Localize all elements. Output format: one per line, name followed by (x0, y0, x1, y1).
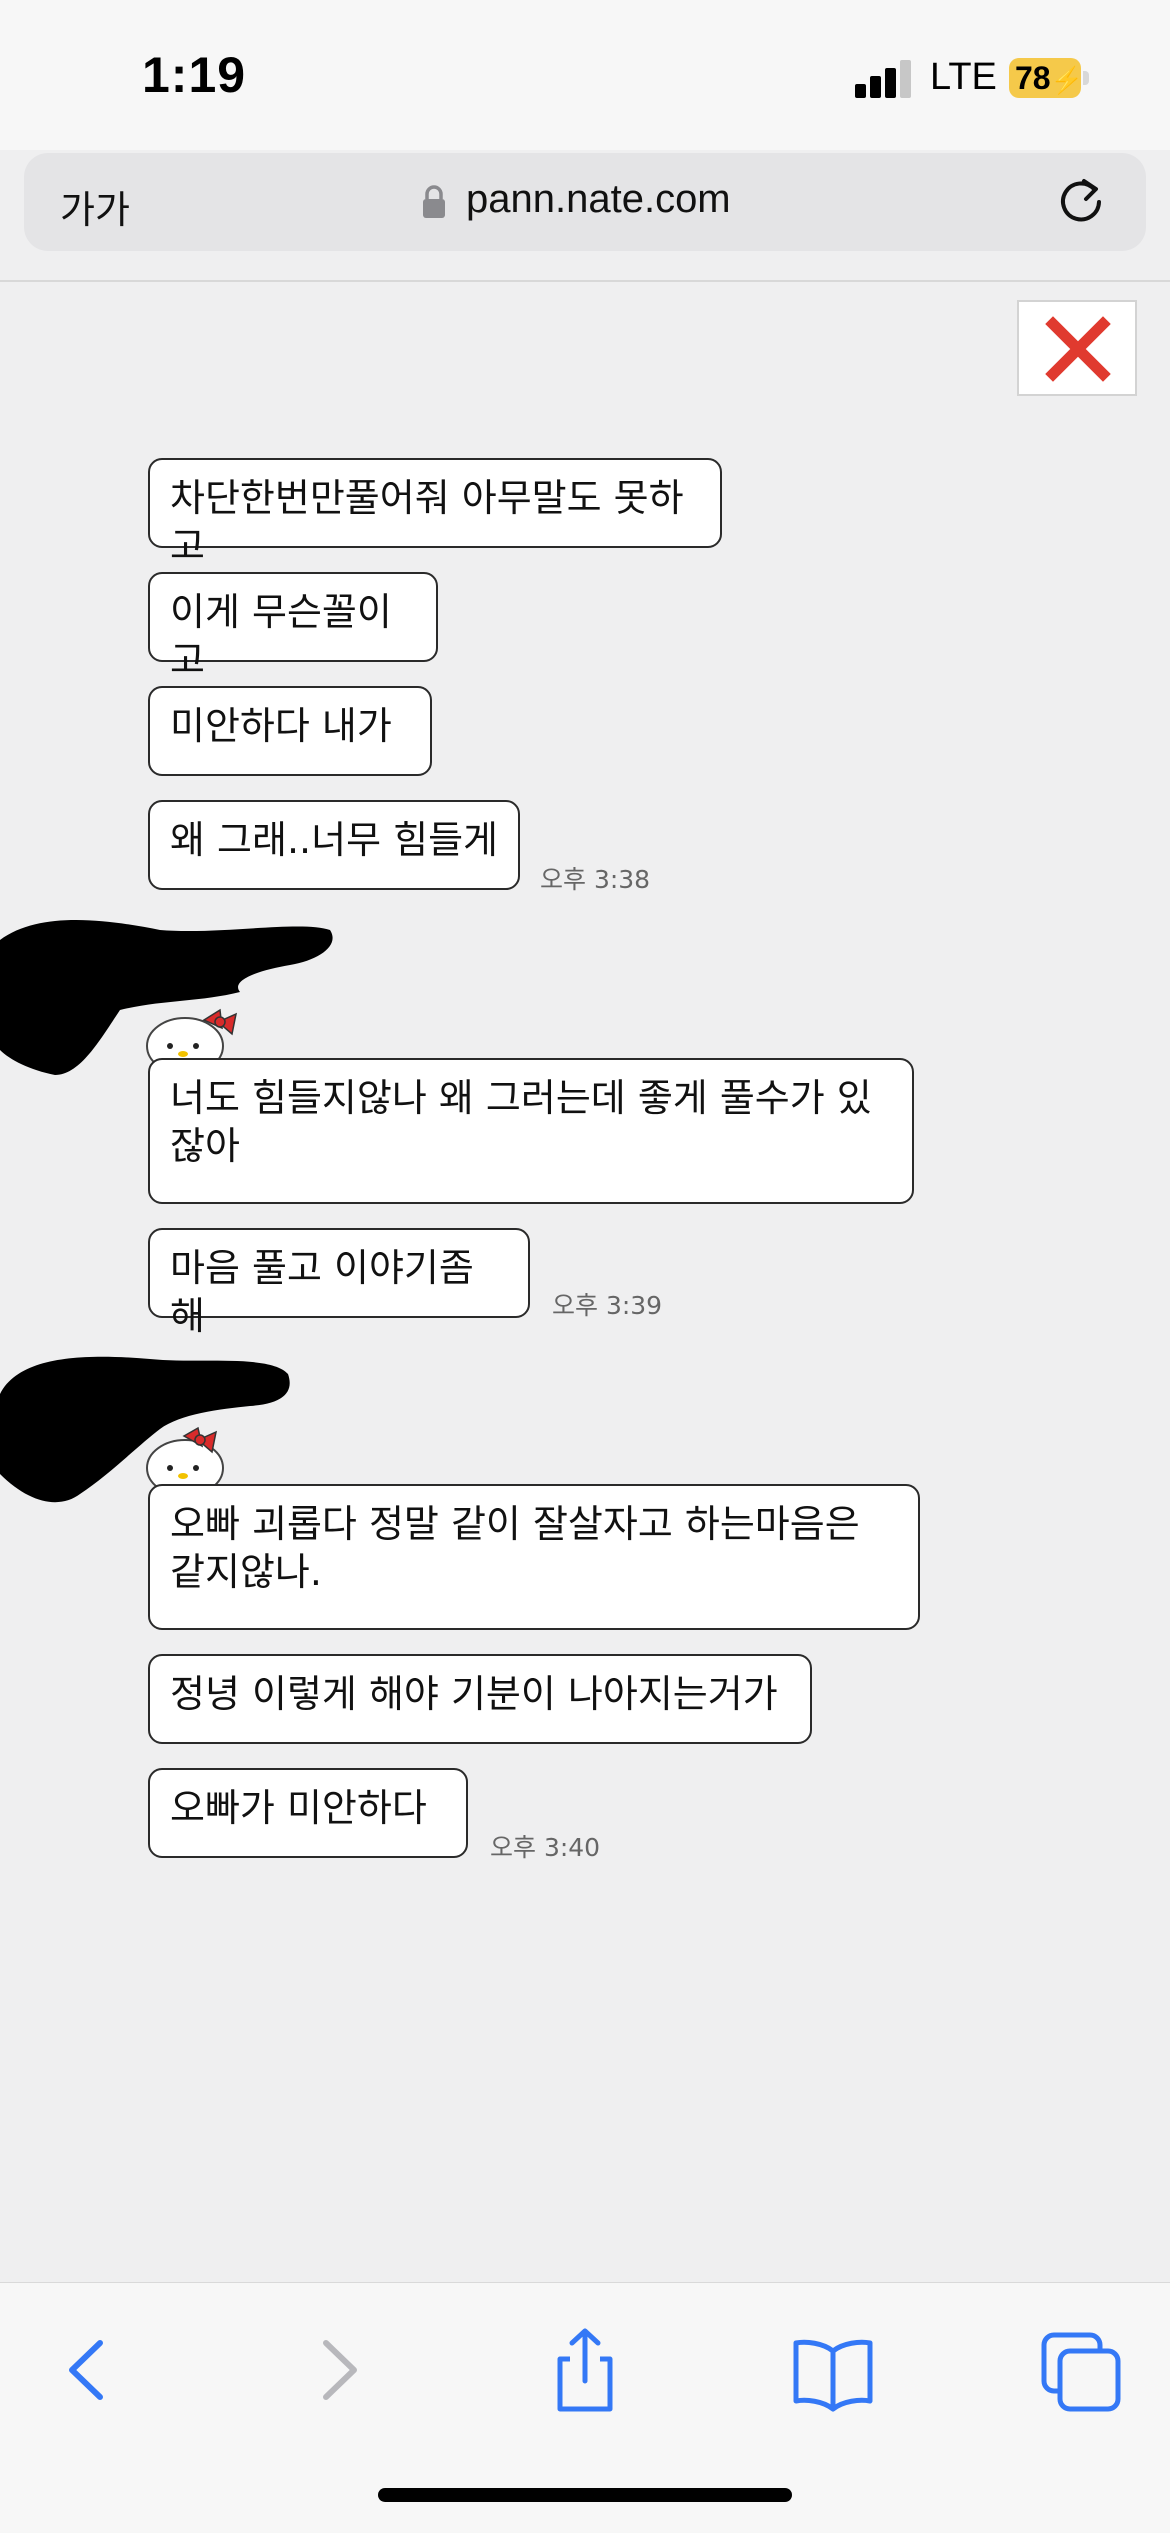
message-bubble: 정녕 이렇게 해야 기분이 나아지는거가 (148, 1654, 812, 1744)
address-bar[interactable]: 가가 pann.nate.com (24, 153, 1146, 251)
signal-icon (855, 58, 915, 98)
message-bubble: 차단한번만풀어줘 아무말도 못하고 (148, 458, 722, 568)
url-text[interactable]: pann.nate.com (466, 177, 731, 222)
message-time: 오후 3:38 (540, 865, 651, 894)
lock-icon (423, 185, 445, 218)
message-time: 오후 3:39 (552, 1291, 663, 1320)
message-bubble: 너도 힘들지않나 왜 그러는데 좋게 풀수가 있잖아 (148, 1058, 914, 1204)
close-icon (1045, 316, 1111, 382)
message-bubble: 왜 그래..너무 힘들게 (148, 800, 520, 890)
carrier-label: LTE (930, 56, 997, 98)
reload-icon[interactable] (1054, 175, 1108, 229)
battery-level: 78 (1015, 60, 1051, 96)
text-size-button[interactable]: 가가 (60, 179, 130, 234)
message-bubble: 오빠 괴롭다 정말 같이 잘살자고 하는마음은 같지않나. (148, 1484, 920, 1630)
bookmarks-icon[interactable] (788, 2325, 878, 2415)
forward-icon[interactable] (294, 2325, 384, 2415)
message-bubble: 미안하다 내가 (148, 686, 432, 776)
message-bubble: 이게 무슨꼴이고 (148, 572, 438, 682)
tabs-icon[interactable] (1036, 2325, 1126, 2415)
back-icon[interactable] (42, 2325, 132, 2415)
battery-icon: 78⚡ (1009, 58, 1089, 98)
share-icon[interactable] (540, 2325, 630, 2415)
home-indicator (378, 2488, 792, 2502)
message-time: 오후 3:40 (490, 1833, 601, 1862)
status-bar: 1:19 LTE 78⚡ (0, 0, 1170, 150)
divider (0, 280, 1170, 282)
status-time: 1:19 (142, 47, 247, 103)
message-bubble: 오빠가 미안하다 (148, 1768, 468, 1858)
close-button[interactable] (1017, 300, 1137, 396)
message-bubble: 마음 풀고 이야기좀 해 (148, 1228, 530, 1338)
